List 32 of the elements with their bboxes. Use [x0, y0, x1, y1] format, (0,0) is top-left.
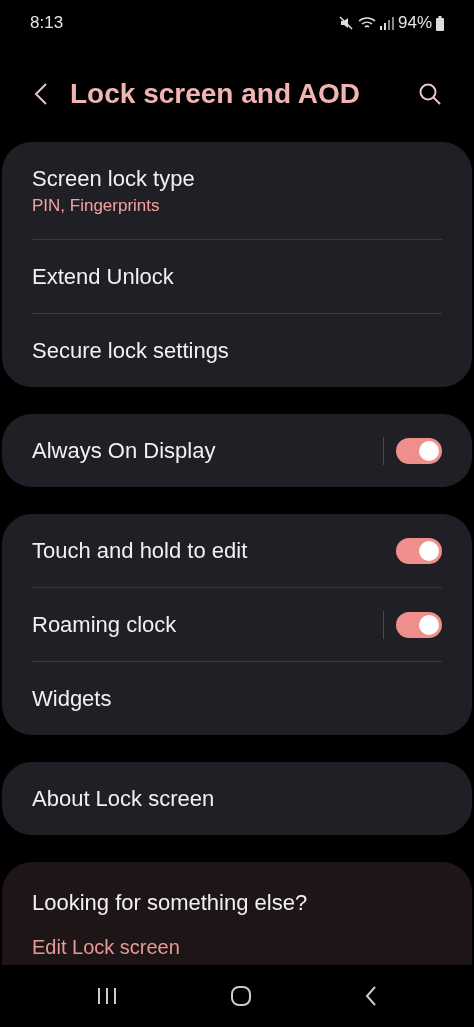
settings-row[interactable]: Extend Unlock: [32, 240, 442, 313]
toggle-switch[interactable]: [396, 611, 442, 638]
mute-icon: [337, 16, 354, 30]
settings-row[interactable]: Widgets: [32, 662, 442, 735]
settings-row[interactable]: Touch and hold to edit: [32, 514, 442, 587]
toggle-switch[interactable]: [396, 537, 442, 564]
suggestion-link[interactable]: Edit Lock screen: [32, 936, 442, 959]
setting-label: Secure lock settings: [32, 337, 230, 364]
setting-summary: PIN, Fingerprints: [32, 195, 161, 216]
settings-row[interactable]: Screen lock type PIN, Fingerprints: [32, 142, 442, 239]
page-title: Lock screen and AOD: [70, 78, 361, 110]
setting-label: About Lock screen: [32, 785, 216, 812]
settings-row[interactable]: Always On Display: [32, 414, 442, 487]
settings-row[interactable]: About Lock screen: [32, 762, 442, 835]
home-icon[interactable]: [230, 985, 252, 1007]
back-icon[interactable]: [364, 985, 378, 1007]
setting-label: Roaming clock: [32, 611, 178, 638]
setting-label: Touch and hold to edit: [32, 537, 249, 564]
wifi-icon: [357, 16, 376, 30]
status-time: 8:13: [30, 13, 64, 33]
setting-label: Always On Display: [32, 437, 217, 464]
setting-label: Extend Unlock: [32, 263, 175, 290]
signal-icon: [379, 16, 394, 30]
battery-icon: [436, 15, 444, 31]
battery-percent: 94%: [397, 13, 432, 33]
setting-label: Screen lock type: [32, 165, 196, 192]
settings-row[interactable]: Secure lock settings: [32, 314, 442, 387]
suggestions-title: Looking for something else?: [32, 890, 309, 916]
toggle-switch[interactable]: [396, 437, 442, 464]
recents-icon[interactable]: [96, 986, 118, 1006]
setting-label: Widgets: [32, 685, 113, 712]
settings-row[interactable]: Roaming clock: [32, 588, 442, 661]
